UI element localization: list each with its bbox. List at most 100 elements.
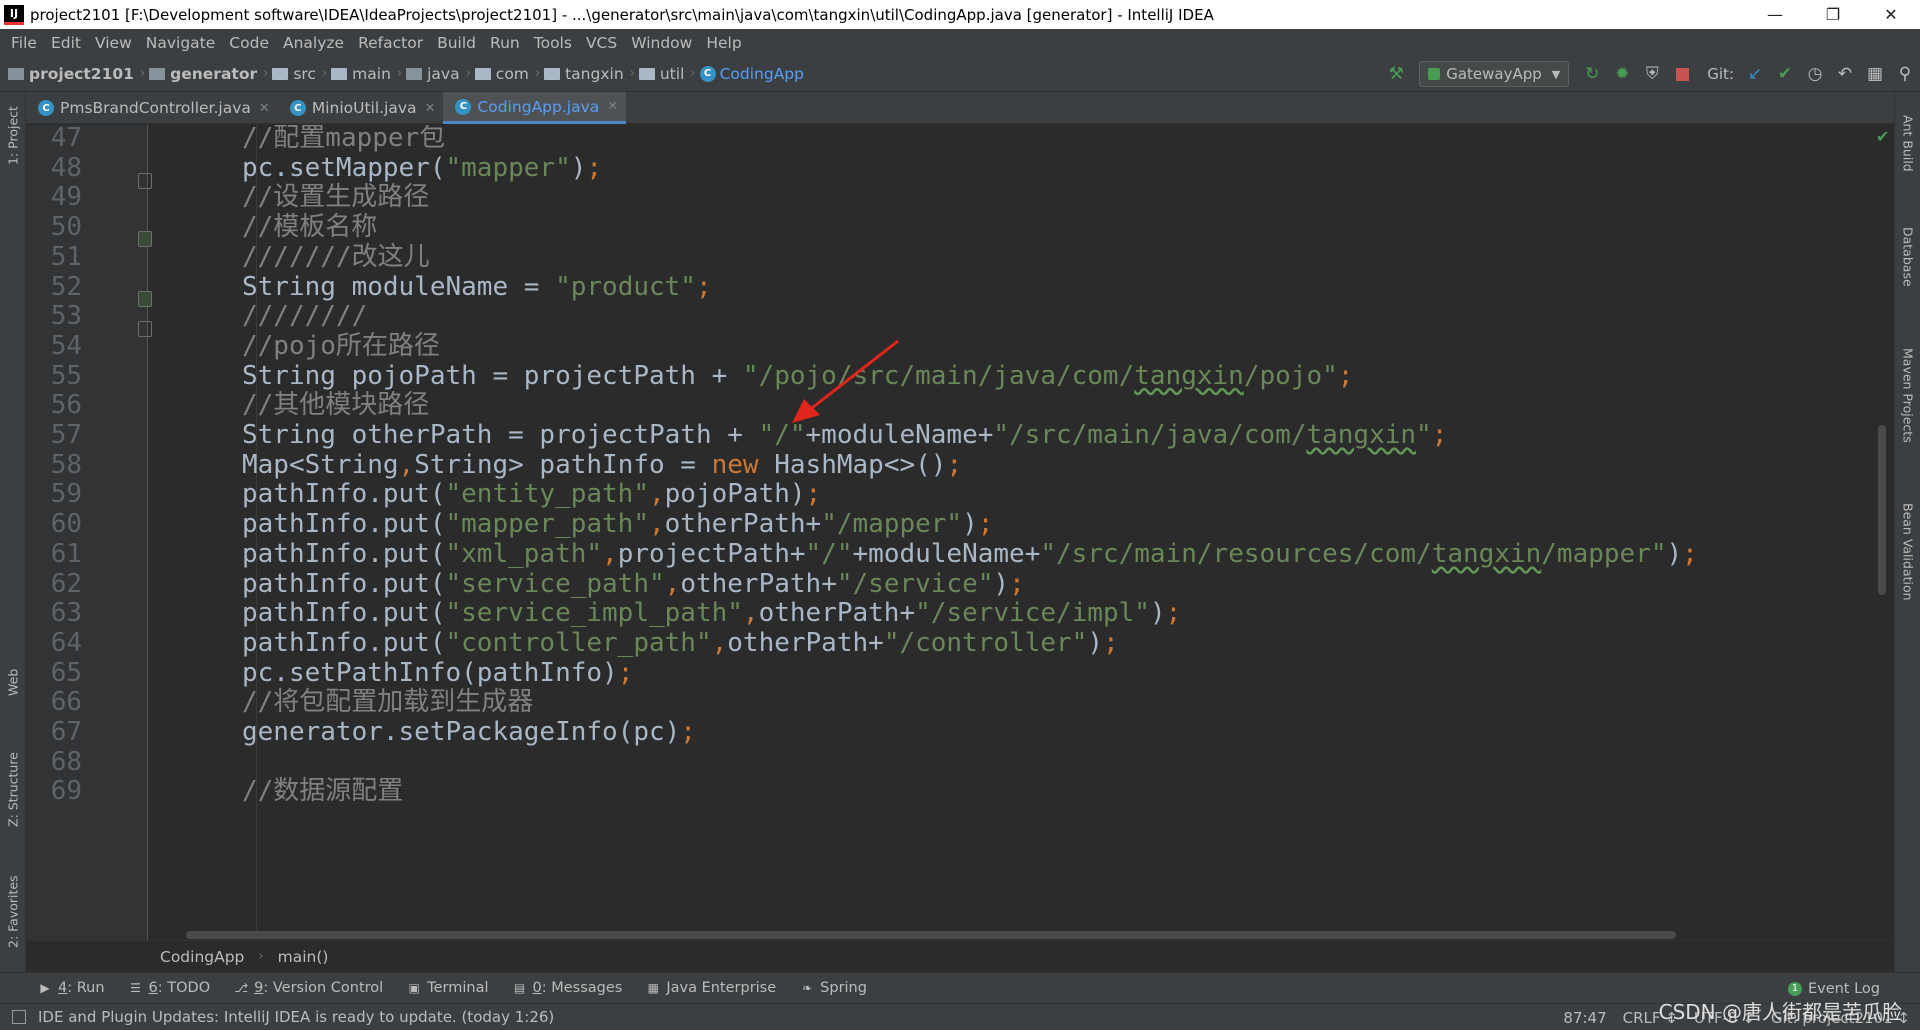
crumb-main[interactable]: main › bbox=[331, 65, 402, 83]
restore-button[interactable]: ❐ bbox=[1804, 0, 1862, 29]
breadcrumb-class[interactable]: CodingApp bbox=[160, 948, 244, 966]
project-structure-icon[interactable]: ▦ bbox=[1860, 56, 1890, 92]
menu-navigate[interactable]: Navigate bbox=[139, 34, 223, 52]
ant-build-tool-tab[interactable]: Ant Build bbox=[1895, 98, 1920, 188]
crumb-com[interactable]: com › bbox=[474, 65, 540, 83]
tool-window-run[interactable]: ▶ 4: Run bbox=[38, 980, 105, 996]
code-token: ; bbox=[1009, 568, 1025, 599]
structure-tool-tab[interactable]: Z: Structure bbox=[0, 740, 26, 840]
close-tab-icon[interactable]: ✕ bbox=[259, 101, 270, 116]
intellij-app-icon: IJ bbox=[4, 4, 24, 25]
vertical-scrollbar[interactable] bbox=[1878, 425, 1886, 595]
menu-code[interactable]: Code bbox=[222, 34, 276, 52]
stop-icon[interactable] bbox=[1667, 56, 1697, 92]
code-token: //其他模块路径 bbox=[242, 390, 430, 421]
tool-window-label: Terminal bbox=[427, 980, 489, 996]
menu-help[interactable]: Help bbox=[699, 34, 748, 52]
menu-file[interactable]: File bbox=[4, 34, 44, 52]
class-icon: C bbox=[699, 65, 716, 82]
coverage-icon[interactable]: ⛨ bbox=[1637, 56, 1667, 92]
code-token: pathInfo.put( bbox=[242, 509, 446, 540]
fold-marker-icon[interactable] bbox=[138, 231, 152, 247]
git-rollback-icon[interactable]: ↶ bbox=[1830, 56, 1860, 92]
code-token: pojoPath) bbox=[664, 479, 806, 510]
tool-window-todo[interactable]: ☰ 6: TODO bbox=[129, 980, 210, 996]
chevron-right-icon: › bbox=[258, 949, 264, 964]
code-token: pc.setPathInfo(pathInfo) bbox=[242, 657, 618, 688]
menu-bar: File Edit View Navigate Code Analyze Refactor B… bbox=[0, 29, 1920, 56]
debug-icon[interactable]: ✹ bbox=[1607, 56, 1637, 92]
code-line[interactable]: 69 //数据源配置 bbox=[26, 773, 1876, 809]
close-tab-icon[interactable]: ✕ bbox=[425, 101, 436, 116]
crumb-tangxin[interactable]: tangxin › bbox=[544, 65, 635, 83]
horizontal-scrollbar[interactable] bbox=[186, 931, 1676, 939]
code-token: ) bbox=[1666, 538, 1683, 569]
fold-marker-icon[interactable] bbox=[138, 321, 152, 337]
tool-window-spring[interactable]: ❧ Spring bbox=[800, 980, 867, 996]
git-history-icon[interactable]: ◷ bbox=[1800, 56, 1830, 92]
tool-window-javaenterprise[interactable]: ▦ Java Enterprise bbox=[646, 980, 777, 996]
web-tool-tab[interactable]: Web bbox=[0, 657, 26, 707]
run-configuration-select[interactable]: GatewayApp ▼ bbox=[1419, 61, 1570, 87]
tool-window-label: : Run bbox=[67, 980, 105, 996]
crumb-java[interactable]: java › bbox=[406, 65, 471, 83]
database-tool-tab[interactable]: Database bbox=[1895, 212, 1920, 302]
class-icon: C bbox=[289, 100, 306, 116]
project-tool-tab[interactable]: 1: Project bbox=[0, 96, 26, 176]
crumb-codingapp[interactable]: C CodingApp bbox=[699, 65, 804, 83]
code-token: //将包配置加载到生成器 bbox=[242, 687, 534, 718]
code-token: String pojoPath = projectPath + bbox=[242, 360, 743, 391]
code-token: otherPath+ bbox=[727, 627, 884, 658]
close-button[interactable]: ✕ bbox=[1862, 0, 1920, 29]
line-number: 69 bbox=[50, 776, 82, 807]
menu-window[interactable]: Window bbox=[624, 34, 699, 52]
build-hammer-icon[interactable]: ⚒ bbox=[1381, 56, 1411, 92]
code-token: "entity_path" bbox=[445, 479, 650, 510]
crumb-util[interactable]: util › bbox=[638, 65, 696, 83]
code-editor[interactable]: 47//配置mapper包 48 pc.setMapper("mapper"); 49… bbox=[26, 125, 1894, 940]
menu-analyze[interactable]: Analyze bbox=[276, 34, 351, 52]
tool-window-terminal[interactable]: ▣ Terminal bbox=[407, 980, 489, 996]
code-token: ; bbox=[1682, 538, 1698, 569]
menu-vcs[interactable]: VCS bbox=[579, 34, 624, 52]
tool-window-messages[interactable]: ▤ 0: Messages bbox=[512, 980, 623, 996]
rerun-icon[interactable]: ↻ bbox=[1577, 56, 1607, 92]
close-tab-icon[interactable]: ✕ bbox=[607, 99, 618, 114]
tool-window-icon: ▶ bbox=[40, 981, 50, 995]
mnemonic: 4 bbox=[58, 980, 68, 996]
git-commit-icon[interactable]: ✔ bbox=[1770, 56, 1800, 92]
tab-codingapp[interactable]: C CodingApp.java ✕ bbox=[443, 92, 627, 124]
menu-edit[interactable]: Edit bbox=[44, 34, 88, 52]
bean-validation-tool-tab[interactable]: Bean Validation bbox=[1895, 487, 1920, 617]
code-token: ///////改这儿 bbox=[242, 241, 430, 272]
chevron-right-icon: › bbox=[139, 66, 146, 81]
git-update-icon[interactable]: ↙ bbox=[1740, 56, 1770, 92]
menu-refactor[interactable]: Refactor bbox=[351, 34, 430, 52]
menu-build[interactable]: Build bbox=[430, 34, 483, 52]
tab-pmsbrandcontroller[interactable]: C PmsBrandController.java ✕ bbox=[26, 92, 278, 124]
code-token: , bbox=[649, 509, 665, 540]
crumb-module[interactable]: generator › bbox=[149, 65, 268, 83]
menu-view[interactable]: View bbox=[88, 34, 139, 52]
status-message[interactable]: IDE and Plugin Updates: IntelliJ IDEA is… bbox=[38, 1008, 554, 1026]
tool-window-versioncontrol[interactable]: ⎇ 9: Version Control bbox=[234, 980, 383, 996]
fold-marker-icon[interactable] bbox=[138, 173, 152, 189]
minimize-button[interactable]: — bbox=[1746, 0, 1804, 29]
crumb-src[interactable]: src › bbox=[272, 65, 327, 83]
code-token: tangxin bbox=[1306, 420, 1417, 450]
breadcrumb-method[interactable]: main() bbox=[278, 948, 329, 966]
search-icon[interactable]: ⚲ bbox=[1890, 56, 1920, 92]
menu-run[interactable]: Run bbox=[483, 34, 527, 52]
code-token: String otherPath = projectPath + bbox=[242, 420, 759, 450]
mnemonic: 9 bbox=[254, 980, 264, 996]
code-token: pathInfo.put( bbox=[242, 538, 446, 569]
maven-tool-tab[interactable]: Maven Projects bbox=[1895, 330, 1920, 460]
tab-minioutil[interactable]: C MinioUtil.java ✕ bbox=[278, 92, 444, 124]
crumb-project[interactable]: project2101 › bbox=[8, 65, 145, 83]
fold-marker-icon[interactable] bbox=[138, 291, 152, 307]
favorites-tool-tab[interactable]: 2: Favorites bbox=[0, 862, 26, 962]
caret-position[interactable]: 87:47 bbox=[1563, 1009, 1606, 1027]
code-text: //数据源配置 bbox=[242, 773, 403, 809]
tool-windows-toggle-icon[interactable] bbox=[12, 1010, 26, 1024]
menu-tools[interactable]: Tools bbox=[527, 34, 579, 52]
